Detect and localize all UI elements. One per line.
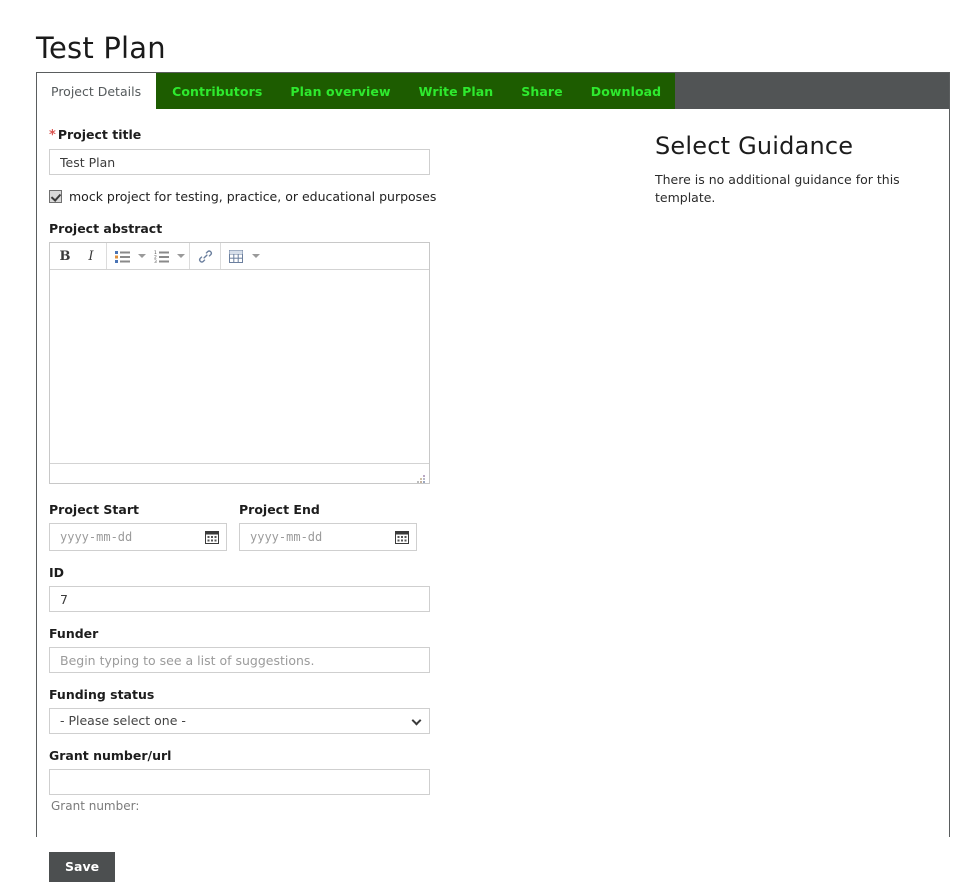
numbered-list-chevron-down-icon[interactable] bbox=[174, 244, 187, 269]
project-title-label: * Project title bbox=[49, 127, 627, 144]
mock-project-checkbox-row[interactable]: mock project for testing, practice, or e… bbox=[49, 189, 627, 204]
bullet-list-icon[interactable] bbox=[109, 244, 135, 269]
bold-icon[interactable]: B bbox=[52, 244, 78, 269]
project-title-field: * Project title bbox=[49, 127, 627, 175]
project-start-input[interactable] bbox=[49, 523, 227, 551]
tab-plan-overview-label: Plan overview bbox=[290, 83, 391, 99]
link-icon[interactable] bbox=[192, 244, 218, 269]
italic-icon[interactable]: I bbox=[78, 244, 104, 269]
project-abstract-field: Project abstract B I 1 2 3 bbox=[49, 221, 627, 484]
tab-share-label: Share bbox=[521, 83, 563, 99]
plan-panel: Project Details Contributors Plan overvi… bbox=[36, 72, 950, 882]
editor-group-lists: 1 2 3 bbox=[107, 243, 190, 269]
project-end-label: Project End bbox=[239, 502, 320, 517]
required-marker: * bbox=[49, 128, 56, 143]
tab-download[interactable]: Download bbox=[576, 73, 676, 109]
tab-project-details-label: Project Details bbox=[51, 84, 142, 99]
project-end-input[interactable] bbox=[239, 523, 417, 551]
project-start-label: Project Start bbox=[49, 502, 139, 517]
id-field: ID bbox=[49, 565, 627, 612]
grant-number-label: Grant number/url bbox=[49, 748, 172, 763]
editor-group-link bbox=[190, 243, 221, 269]
tab-contributors[interactable]: Contributors bbox=[156, 73, 277, 109]
tab-download-label: Download bbox=[590, 83, 662, 99]
editor-group-table bbox=[221, 243, 264, 269]
calendar-icon[interactable] bbox=[395, 529, 409, 544]
mock-project-checkbox[interactable] bbox=[49, 190, 62, 203]
funder-input[interactable] bbox=[49, 647, 430, 673]
bullet-list-chevron-down-icon[interactable] bbox=[135, 244, 148, 269]
grant-number-input[interactable] bbox=[49, 769, 430, 795]
project-end-field: Project End bbox=[239, 502, 417, 551]
numbered-list-icon[interactable]: 1 2 3 bbox=[148, 244, 174, 269]
page-title: Test Plan bbox=[36, 31, 166, 65]
editor-toolbar: B I 1 2 3 bbox=[50, 243, 429, 270]
tab-contributors-label: Contributors bbox=[172, 83, 263, 99]
editor-statusbar bbox=[50, 463, 429, 483]
guidance-title: Select Guidance bbox=[655, 132, 854, 160]
project-dates-row: Project Start yyyy-mm-dd Project End yyy… bbox=[49, 502, 627, 551]
project-abstract-label: Project abstract bbox=[49, 221, 163, 236]
guidance-body: There is no additional guidance for this… bbox=[655, 172, 900, 205]
calendar-icon[interactable] bbox=[205, 529, 219, 544]
project-start-field: Project Start bbox=[49, 502, 227, 551]
project-start-input-wrap bbox=[49, 523, 227, 551]
funder-label: Funder bbox=[49, 626, 99, 641]
mock-project-checkbox-label: mock project for testing, practice, or e… bbox=[69, 189, 437, 204]
tab-bar: Project Details Contributors Plan overvi… bbox=[37, 73, 949, 109]
tab-share[interactable]: Share bbox=[507, 73, 577, 109]
save-button[interactable]: Save bbox=[49, 852, 116, 882]
funder-field: Funder bbox=[49, 626, 627, 673]
tab-plan-overview[interactable]: Plan overview bbox=[276, 73, 405, 109]
id-label: ID bbox=[49, 565, 65, 580]
tab-project-details[interactable]: Project Details bbox=[37, 73, 157, 109]
guidance-panel: Select Guidance There is no additional g… bbox=[627, 109, 950, 207]
project-title-label-text: Project title bbox=[57, 127, 142, 142]
tab-bar-filler bbox=[675, 73, 949, 109]
project-abstract-editor: B I 1 2 3 bbox=[49, 242, 430, 484]
funding-status-select-wrap: - Please select one - bbox=[49, 708, 430, 734]
table-chevron-down-icon[interactable] bbox=[249, 244, 262, 269]
svg-text:3: 3 bbox=[154, 259, 157, 263]
project-details-form: *Project title mock project for testing,… bbox=[37, 109, 627, 882]
id-input[interactable] bbox=[49, 586, 430, 612]
panel-body: *Project title mock project for testing,… bbox=[37, 109, 950, 882]
tab-write-plan[interactable]: Write Plan bbox=[404, 73, 508, 109]
funding-status-label: Funding status bbox=[49, 687, 155, 702]
project-abstract-input[interactable] bbox=[50, 270, 429, 463]
resize-handle-icon[interactable] bbox=[415, 470, 427, 483]
grant-number-hint: Grant number: bbox=[51, 799, 140, 813]
tab-write-plan-label: Write Plan bbox=[418, 83, 494, 99]
project-title-input[interactable] bbox=[49, 149, 430, 175]
project-end-input-wrap bbox=[239, 523, 417, 551]
table-icon[interactable] bbox=[223, 244, 249, 269]
grant-number-field: Grant number/url Grant number: bbox=[49, 748, 627, 814]
editor-group-text: B I bbox=[50, 243, 107, 269]
funding-status-field: Funding status - Please select one - bbox=[49, 687, 627, 734]
funding-status-select[interactable]: - Please select one - bbox=[49, 708, 430, 734]
